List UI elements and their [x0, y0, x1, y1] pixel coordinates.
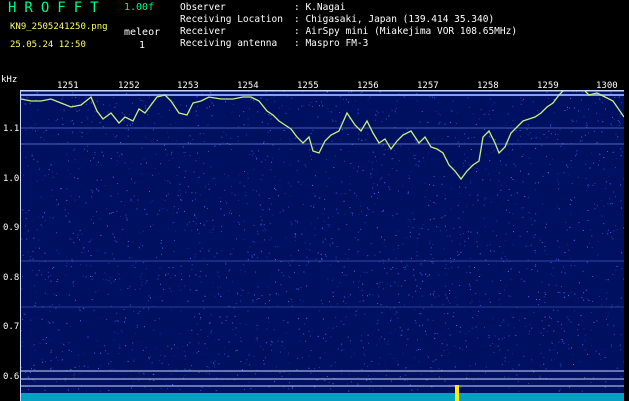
y-axis-unit: kHz [1, 75, 17, 85]
receiver-row: Receiver: AirSpy mini (Miakejima VOR 108… [180, 26, 517, 38]
header-panel: HROFFT 1.00f KN9_2505241250.png meleor 2… [0, 0, 629, 74]
signal-trace [21, 91, 624, 179]
y-tick-label: 0.8 [3, 273, 19, 283]
meleor-label: meleor [124, 27, 160, 38]
antenna-label: Receiving antenna [180, 38, 294, 50]
app-brand: HROFFT [8, 0, 107, 16]
receiver-label: Receiver [180, 26, 294, 38]
y-tick-label: 0.9 [3, 223, 19, 233]
y-tick-label: 1.0 [3, 174, 19, 184]
y-tick-label: 0.6 [3, 372, 19, 382]
spectrogram-canvas [21, 91, 624, 401]
antenna-value: : Maspro FM-3 [294, 38, 368, 49]
receiver-value: : AirSpy mini (Miakejima VOR 108.65MHz) [294, 26, 517, 37]
observer-row: Observer: K.Nagai [180, 2, 517, 14]
location-value: : Chigasaki, Japan (139.414 35.340) [294, 14, 494, 25]
station-info: Observer: K.Nagai Receiving Location: Ch… [180, 2, 517, 50]
observer-value: : K.Nagai [294, 2, 345, 13]
observer-label: Observer [180, 2, 294, 14]
location-row: Receiving Location: Chigasaki, Japan (13… [180, 14, 517, 26]
meteor-marker[interactable] [455, 385, 459, 401]
location-label: Receiving Location [180, 14, 294, 26]
meleor-count: 1 [139, 40, 145, 51]
datetime-label: 25.05.24 12:50 [10, 40, 86, 50]
version-label: 1.00f [124, 2, 154, 13]
spectrogram-plot[interactable] [20, 90, 624, 401]
antenna-row: Receiving antenna: Maspro FM-3 [180, 38, 517, 50]
noise-field [21, 91, 624, 392]
y-tick-label: 1.1 [3, 124, 19, 134]
y-tick-label: 0.7 [3, 322, 19, 332]
filename-label: KN9_2505241250.png [10, 22, 108, 32]
